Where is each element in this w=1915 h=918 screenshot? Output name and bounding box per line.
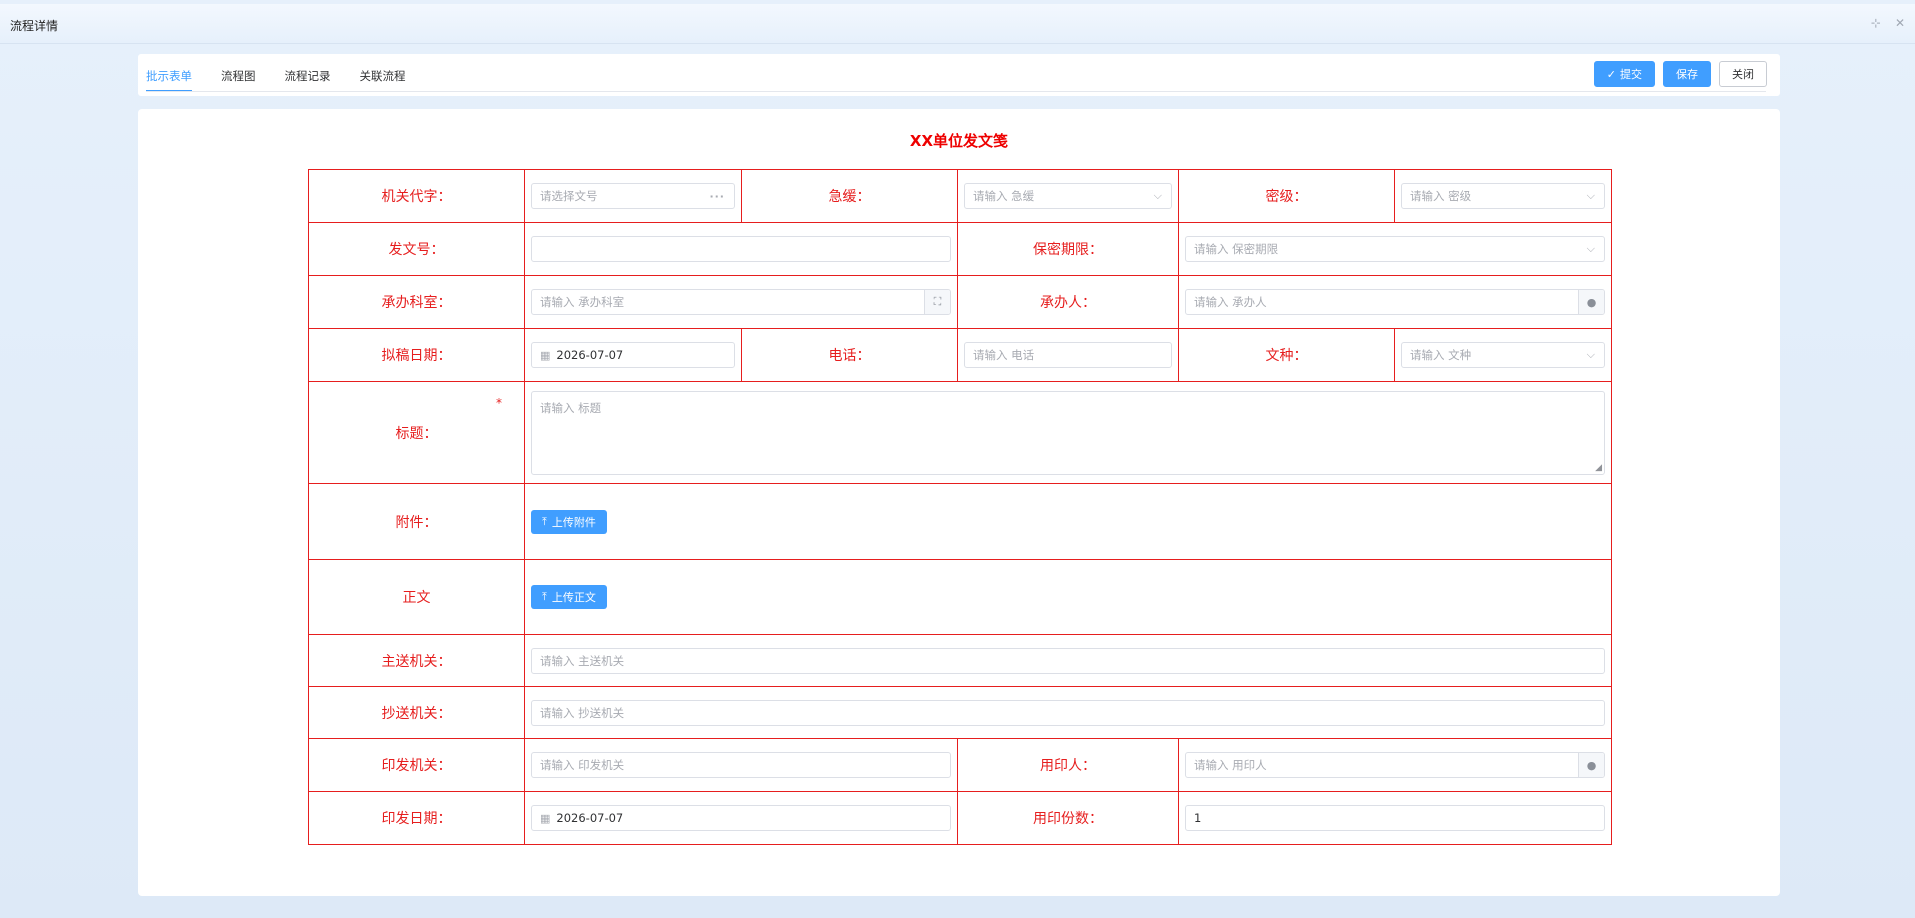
close-icon[interactable]: ✕ <box>1895 16 1905 30</box>
phone-placeholder: 请输入 电话 <box>973 348 1035 362</box>
label-agency-code: 机关代字： <box>308 169 525 223</box>
window-controls: ⊹ ✕ <box>1871 16 1905 30</box>
issue-date-picker[interactable]: ▦ 2026-07-07 <box>531 805 951 831</box>
form-card: XX单位发文笺 机关代字： 请选择文号 ··· 急缓： 请输入 急缓 ⌵ 密级：… <box>138 109 1780 896</box>
sealer-placeholder: 请输入 用印人 <box>1194 758 1267 772</box>
action-buttons: ✓ 提交 保存 关闭 <box>1593 61 1767 87</box>
label-issuing-org: 印发机关： <box>308 738 525 792</box>
tab-approval-form[interactable]: 批示表单 <box>146 54 192 92</box>
subject-placeholder: 请输入 标题 <box>540 400 602 415</box>
user-icon[interactable]: ● <box>1578 290 1604 314</box>
submit-button[interactable]: ✓ 提交 <box>1593 61 1655 87</box>
phone-input[interactable]: 请输入 电话 <box>964 342 1172 368</box>
copies-input[interactable]: 1 <box>1185 805 1605 831</box>
draft-date-picker[interactable]: ▦ 2026-07-07 <box>531 342 735 368</box>
agency-code-input[interactable]: 请选择文号 ··· <box>531 183 735 209</box>
upload-attachment-label: 上传附件 <box>551 515 596 529</box>
subject-textarea[interactable]: 请输入 标题 ◢ <box>531 390 1605 475</box>
doc-number-input[interactable] <box>531 236 951 262</box>
dispatch-form-table: 机关代字： 请选择文号 ··· 急缓： 请输入 急缓 ⌵ 密级： 请输入 密级 … <box>308 169 1612 845</box>
label-body: 正文 <box>308 559 525 635</box>
label-handler: 承办人： <box>957 275 1179 329</box>
tab-flow-records[interactable]: 流程记录 <box>285 54 331 92</box>
label-doc-type: 文种： <box>1178 328 1395 382</box>
required-mark: * <box>496 396 502 410</box>
secrecy-period-placeholder: 请输入 保密期限 <box>1194 242 1279 256</box>
chevron-down-icon: ⌵ <box>1586 242 1595 255</box>
doc-type-placeholder: 请输入 文种 <box>1410 348 1472 362</box>
label-cc-recipient: 抄送机关： <box>308 686 525 739</box>
issuing-org-input[interactable]: 请输入 印发机关 <box>531 752 951 778</box>
label-urgency: 急缓： <box>741 169 958 223</box>
dept-placeholder: 请输入 承办科室 <box>540 295 625 309</box>
label-secrecy: 密级： <box>1178 169 1395 223</box>
label-secrecy-period: 保密期限： <box>957 222 1179 276</box>
secrecy-period-select[interactable]: 请输入 保密期限 ⌵ <box>1185 236 1605 262</box>
main-recipient-input[interactable]: 请输入 主送机关 <box>531 647 1605 674</box>
tab-related-flows[interactable]: 关联流程 <box>360 54 406 92</box>
agency-code-placeholder: 请选择文号 <box>540 189 598 203</box>
cc-recipient-input[interactable]: 请输入 抄送机关 <box>531 699 1605 726</box>
upload-attachment-button[interactable]: ⤒ 上传附件 <box>531 509 607 534</box>
close-button[interactable]: 关闭 <box>1719 61 1767 87</box>
more-icon[interactable]: ··· <box>709 184 725 208</box>
calendar-icon: ▦ <box>540 348 551 362</box>
copies-value: 1 <box>1194 811 1202 825</box>
cc-recipient-placeholder: 请输入 抄送机关 <box>540 705 625 720</box>
submit-label: 提交 <box>1620 68 1642 81</box>
resize-handle-icon[interactable]: ◢ <box>1595 463 1602 473</box>
doc-type-select[interactable]: 请输入 文种 ⌵ <box>1401 342 1605 368</box>
secrecy-placeholder: 请输入 密级 <box>1410 189 1472 203</box>
label-dept: 承办科室： <box>308 275 525 329</box>
label-subject: 标题： <box>395 425 438 442</box>
label-subject-cell: * 标题： <box>308 381 525 484</box>
main-recipient-placeholder: 请输入 主送机关 <box>540 653 625 668</box>
window-title: 流程详情 <box>10 19 59 33</box>
label-phone: 电话： <box>741 328 958 382</box>
dept-input[interactable]: 请输入 承办科室 ⛶ <box>531 289 951 315</box>
issuing-org-placeholder: 请输入 印发机关 <box>540 758 625 772</box>
tab-list: 批示表单 流程图 流程记录 关联流程 <box>146 54 406 92</box>
org-tree-icon[interactable]: ⛶ <box>924 290 950 314</box>
label-doc-number: 发文号： <box>308 222 525 276</box>
sealer-input[interactable]: 请输入 用印人 ● <box>1185 752 1605 778</box>
label-main-recipient: 主送机关： <box>308 634 525 687</box>
handler-placeholder: 请输入 承办人 <box>1194 295 1267 309</box>
label-copies: 用印份数： <box>957 791 1179 845</box>
label-attachment: 附件： <box>308 483 525 560</box>
chevron-down-icon: ⌵ <box>1153 189 1162 202</box>
calendar-icon: ▦ <box>540 811 551 825</box>
fullscreen-icon[interactable]: ⊹ <box>1871 16 1881 30</box>
draft-date-value: 2026-07-07 <box>556 348 624 362</box>
chevron-down-icon: ⌵ <box>1586 348 1595 361</box>
handler-input[interactable]: 请输入 承办人 ● <box>1185 289 1605 315</box>
tab-flowchart[interactable]: 流程图 <box>221 54 256 92</box>
label-draft-date: 拟稿日期： <box>308 328 525 382</box>
tab-underline <box>146 91 1766 92</box>
chevron-down-icon: ⌵ <box>1586 189 1595 202</box>
form-title: XX单位发文笺 <box>909 132 1009 150</box>
check-icon: ✓ <box>1606 67 1616 81</box>
tab-bar: 批示表单 流程图 流程记录 关联流程 ✓ 提交 保存 关闭 <box>138 54 1780 96</box>
upload-icon: ⤒ <box>542 514 547 528</box>
user-icon[interactable]: ● <box>1578 753 1604 777</box>
title-bar: 流程详情 ⊹ ✕ <box>0 4 1915 44</box>
secrecy-select[interactable]: 请输入 密级 ⌵ <box>1401 183 1605 209</box>
issue-date-value: 2026-07-07 <box>556 811 624 825</box>
upload-body-label: 上传正文 <box>551 591 596 604</box>
save-button[interactable]: 保存 <box>1663 61 1711 87</box>
label-sealer: 用印人： <box>957 738 1179 792</box>
urgency-select[interactable]: 请输入 急缓 ⌵ <box>964 183 1172 209</box>
label-issue-date: 印发日期： <box>308 791 525 845</box>
upload-icon: ⤒ <box>542 590 547 603</box>
urgency-placeholder: 请输入 急缓 <box>973 189 1035 203</box>
upload-body-button[interactable]: ⤒ 上传正文 <box>531 585 607 609</box>
